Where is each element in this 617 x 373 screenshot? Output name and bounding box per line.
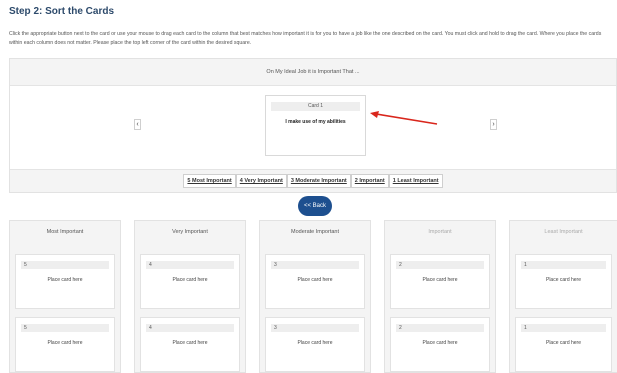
rate-5-most-important-button[interactable]: 5 Most Important bbox=[183, 174, 236, 188]
drop-slot[interactable]: 2 Place card here bbox=[390, 317, 490, 372]
card-display-area: ‹ Card 1 I make use of my abilities › bbox=[10, 85, 616, 170]
column-moderate-important: Moderate Important 3 Place card here 3 P… bbox=[259, 220, 371, 373]
column-header: Moderate Important bbox=[291, 229, 339, 235]
card-label: Card 1 bbox=[271, 102, 360, 111]
column-very-important: Very Important 4 Place card here 4 Place… bbox=[134, 220, 246, 373]
slot-placeholder: Place card here bbox=[47, 340, 83, 346]
column-important: Important 2 Place card here 2 Place card… bbox=[384, 220, 496, 373]
slot-placeholder: Place card here bbox=[297, 340, 333, 346]
rating-button-row: 5 Most Important 4 Very Important 3 Modera… bbox=[10, 169, 616, 193]
prompt-header: On My Ideal Job it is Important That ... bbox=[266, 69, 360, 75]
previous-card-button[interactable]: ‹ bbox=[134, 119, 141, 130]
slot-placeholder: Place card here bbox=[172, 277, 208, 283]
slot-number: 1 bbox=[521, 261, 606, 269]
next-card-button[interactable]: › bbox=[490, 119, 497, 130]
column-header: Important bbox=[428, 229, 452, 235]
slot-placeholder: Place card here bbox=[545, 340, 582, 346]
column-header: Least Important bbox=[544, 229, 583, 235]
slot-number: 2 bbox=[396, 324, 484, 332]
drop-slot[interactable]: 2 Place card here bbox=[390, 254, 490, 309]
back-button[interactable]: << Back bbox=[298, 196, 332, 216]
drop-slot[interactable]: 5 Place card here bbox=[15, 317, 115, 372]
slot-placeholder: Place card here bbox=[422, 277, 458, 283]
slot-number: 3 bbox=[271, 261, 359, 269]
slot-number: 2 bbox=[396, 261, 484, 269]
red-arrow-annotation bbox=[370, 111, 438, 125]
page-title: Step 2: Sort the Cards bbox=[9, 6, 115, 17]
slot-number: 5 bbox=[21, 324, 109, 332]
slot-number: 4 bbox=[146, 261, 234, 269]
slot-placeholder: Place card here bbox=[47, 277, 83, 283]
rate-4-very-important-button[interactable]: 4 Very Important bbox=[235, 174, 287, 188]
slot-number: 5 bbox=[21, 261, 109, 269]
current-card[interactable]: Card 1 I make use of my abilities bbox=[265, 95, 366, 156]
slot-placeholder: Place card here bbox=[545, 277, 582, 283]
slot-number: 1 bbox=[521, 324, 606, 332]
rate-3-moderate-important-button[interactable]: 3 Moderate Important bbox=[286, 174, 351, 188]
slot-number: 3 bbox=[271, 324, 359, 332]
card-sort-panel: On My Ideal Job it is Important That ...… bbox=[9, 58, 617, 193]
drop-slot[interactable]: 4 Place card here bbox=[140, 254, 240, 309]
column-header: Very Important bbox=[172, 229, 208, 235]
rate-1-least-important-button[interactable]: 1 Least Important bbox=[388, 174, 443, 188]
column-header: Most Important bbox=[46, 229, 84, 235]
column-most-important: Most Important 5 Place card here 5 Place… bbox=[9, 220, 121, 373]
slot-placeholder: Place card here bbox=[422, 340, 458, 346]
rate-2-important-button[interactable]: 2 Important bbox=[350, 174, 389, 188]
instructions-text: Click the appropriate button next to the… bbox=[9, 31, 602, 46]
drop-slot[interactable]: 1 Place card here bbox=[515, 254, 612, 309]
slot-placeholder: Place card here bbox=[297, 277, 333, 283]
slot-number: 4 bbox=[146, 324, 234, 332]
slot-placeholder: Place card here bbox=[172, 340, 208, 346]
card-statement: I make use of my abilities bbox=[285, 119, 346, 125]
drop-slot[interactable]: 4 Place card here bbox=[140, 317, 240, 372]
drop-slot[interactable]: 3 Place card here bbox=[265, 254, 365, 309]
drop-slot[interactable]: 1 Place card here bbox=[515, 317, 612, 372]
column-least-important: Least Important 1 Place card here 1 Plac… bbox=[509, 220, 617, 373]
drop-slot[interactable]: 5 Place card here bbox=[15, 254, 115, 309]
drop-slot[interactable]: 3 Place card here bbox=[265, 317, 365, 372]
